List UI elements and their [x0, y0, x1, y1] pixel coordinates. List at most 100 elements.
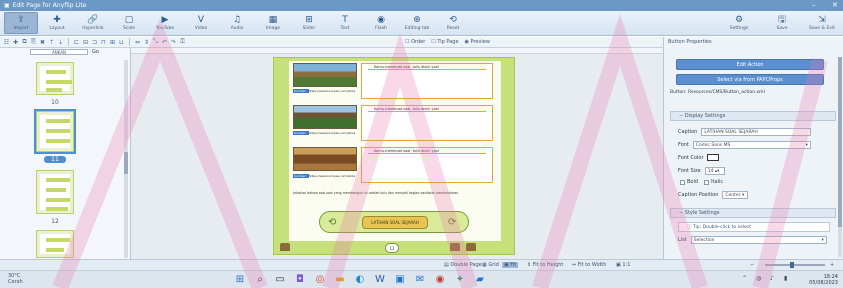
- page-thumbnail[interactable]: [36, 230, 74, 258]
- ribbon-youtube-button[interactable]: ▶ YouTube: [148, 12, 182, 34]
- align-left-icon[interactable]: ⊏: [72, 39, 81, 46]
- edge-icon[interactable]: ◐: [354, 274, 366, 286]
- battery-icon[interactable]: ▮: [784, 275, 787, 282]
- zoom-out-icon[interactable]: −: [750, 262, 754, 268]
- clock[interactable]: 18:24 05/08/2023: [800, 274, 838, 286]
- grid-toggle[interactable]: ▦ Grid: [482, 262, 499, 268]
- preview-option[interactable]: ◉ Preview: [465, 39, 490, 45]
- settings-button[interactable]: ⚙ Settings: [722, 12, 756, 34]
- task-view-icon[interactable]: ▭: [274, 274, 286, 286]
- pages-scrollbar[interactable]: [124, 60, 128, 258]
- redo-icon[interactable]: ↷: [169, 39, 178, 46]
- page-thumbnail-selected[interactable]: [34, 109, 76, 154]
- photo-bangunan[interactable]: [293, 105, 357, 129]
- align-center-icon[interactable]: ⊟: [81, 39, 90, 46]
- ribbon-editing-tab-button[interactable]: ⊕ Editing tab: [400, 12, 434, 34]
- question-box[interactable]: Kamu-membuat soal, tulis disini yaa!: [361, 105, 493, 141]
- next-arrow-icon[interactable]: ⟳: [448, 217, 456, 228]
- go-button[interactable]: Go: [92, 49, 99, 55]
- zoom-in-icon[interactable]: +: [830, 262, 834, 268]
- ribbon-hyperlink-button[interactable]: 🔗 Hyperlink: [76, 12, 110, 34]
- font-size-stepper[interactable]: 14 ▴▾: [704, 167, 725, 175]
- ribbon-scale-button[interactable]: ▢ Scale: [112, 12, 146, 34]
- app-icon[interactable]: ▰: [474, 274, 486, 286]
- store-icon[interactable]: ▣: [394, 274, 406, 286]
- lock-icon[interactable]: ⚿: [178, 38, 187, 46]
- ribbon-image-button[interactable]: ▦ Image: [256, 12, 290, 34]
- undo-icon[interactable]: ↶: [160, 39, 169, 46]
- anyflip-icon[interactable]: ✦: [454, 274, 466, 286]
- zoom-slider[interactable]: [765, 264, 825, 266]
- font-select[interactable]: Comic Sans MS ▾: [692, 141, 811, 149]
- font-color-swatch[interactable]: [706, 154, 719, 161]
- actual-size-button[interactable]: ▣ 1:1: [616, 262, 630, 268]
- fit-toggle[interactable]: ▣ Fit: [502, 262, 519, 268]
- select-action-button[interactable]: Select via from PAPCProps: [676, 74, 824, 85]
- tip-page-option[interactable]: ☐ Tip Page: [431, 39, 458, 45]
- ribbon-reset-button[interactable]: ⟲ Reset: [436, 12, 470, 34]
- properties-scrollbar[interactable]: [838, 57, 842, 257]
- ribbon-flash-button[interactable]: ◉ Flash: [364, 12, 398, 34]
- book-page[interactable]: Kamu-membuat soal, tulis disini yaa! Sum…: [273, 57, 515, 255]
- fit-width-button[interactable]: ⇔ Fit to Width: [572, 262, 606, 268]
- bold-checkbox[interactable]: [680, 179, 685, 185]
- question-box[interactable]: Kamu-membuat soal, tulis disini yaa!: [361, 63, 493, 99]
- scrollbar-thumb[interactable]: [838, 57, 842, 227]
- same-height-icon[interactable]: ⇕: [142, 39, 151, 46]
- save-exit-button[interactable]: ⇲ Save & Exit: [805, 12, 839, 34]
- pages-search-field[interactable]: ANKAN: [30, 49, 88, 55]
- add-icon[interactable]: ✚: [11, 39, 20, 46]
- same-width-icon[interactable]: ⇔: [133, 39, 142, 46]
- chrome-icon[interactable]: ◎: [314, 274, 326, 286]
- chat-icon[interactable]: ◘: [294, 274, 306, 286]
- ribbon-video-button[interactable]: V Video: [184, 12, 218, 34]
- double-page-toggle[interactable]: ▤ Double Page: [444, 262, 482, 268]
- edit-action-button[interactable]: Edit Action: [676, 59, 824, 70]
- explorer-icon[interactable]: ▬: [334, 274, 346, 286]
- italic-checkbox[interactable]: [704, 179, 710, 185]
- paste-icon[interactable]: ⎘: [29, 38, 38, 46]
- delete-icon[interactable]: ✖: [38, 39, 47, 46]
- ribbon-slider-button[interactable]: ⊞ Slider: [292, 12, 326, 34]
- scrollbar-thumb[interactable]: [124, 152, 128, 174]
- question-box[interactable]: Kamu-membuat soal, tulis disini yaa!: [361, 147, 493, 183]
- align-bottom-icon[interactable]: ⊔: [117, 39, 126, 46]
- same-size-icon[interactable]: ⤡: [151, 38, 160, 46]
- ribbon-import-button[interactable]: ⇪ Import: [4, 12, 38, 34]
- windows-icon[interactable]: ⊞: [234, 274, 246, 286]
- ribbon-text-button[interactable]: T Text: [328, 12, 362, 34]
- search-icon[interactable]: ⌕: [254, 274, 266, 286]
- network-icon[interactable]: ◍: [756, 275, 761, 282]
- zoom-slider-handle[interactable]: [790, 262, 794, 268]
- volume-icon[interactable]: ♪: [770, 275, 774, 282]
- page-thumbnail[interactable]: [36, 62, 74, 95]
- chevron-up-icon[interactable]: ⌃: [742, 275, 747, 282]
- align-right-icon[interactable]: ⊐: [90, 39, 99, 46]
- page-thumbnail[interactable]: [36, 170, 74, 214]
- list-select[interactable]: Selection ▾: [690, 236, 827, 244]
- photo-relief[interactable]: [293, 147, 357, 171]
- move-down-icon[interactable]: ⇣: [56, 39, 65, 46]
- caption-input[interactable]: LATIHAN SOAL SEJARAH: [701, 128, 812, 136]
- ribbon-layout-button[interactable]: ✚ Layout: [40, 12, 74, 34]
- quiz-button[interactable]: LATIHAN SOAL SEJARAH: [362, 216, 428, 229]
- ribbon-audio-button[interactable]: ♫ Audio: [220, 12, 254, 34]
- mail-icon[interactable]: ✉: [414, 274, 426, 286]
- fit-height-button[interactable]: ⇕ Fit to Height: [527, 262, 563, 268]
- align-top-icon[interactable]: ⊓: [99, 39, 108, 46]
- grid-icon[interactable]: ☷: [2, 39, 11, 46]
- order-option[interactable]: ☐ Order: [405, 39, 425, 45]
- display-settings-group[interactable]: − Display Settings: [670, 111, 836, 121]
- photos-icon[interactable]: ◉: [434, 274, 446, 286]
- word-icon[interactable]: W: [374, 274, 386, 286]
- weather-widget[interactable]: 30°C Cerah: [8, 273, 23, 285]
- move-up-icon[interactable]: ⇡: [47, 39, 56, 46]
- save-button[interactable]: 🖫 Save: [765, 12, 799, 34]
- caption-position-select[interactable]: Center ▾: [722, 191, 749, 199]
- close-button[interactable]: ✕: [832, 1, 838, 9]
- prev-arrow-icon[interactable]: ⟲: [328, 217, 336, 228]
- copy-icon[interactable]: ⧉: [20, 38, 29, 46]
- style-settings-group[interactable]: − Style Settings: [670, 208, 836, 218]
- align-middle-icon[interactable]: ⊞: [108, 39, 117, 46]
- minimize-button[interactable]: –: [812, 1, 816, 9]
